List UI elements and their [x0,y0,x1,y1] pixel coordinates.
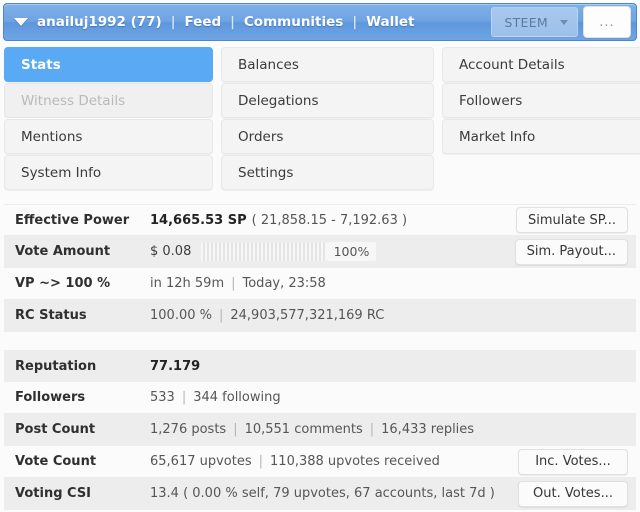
row-label-followers: Followers [15,390,86,405]
top-navbar: anailuj1992 (77) | Feed | Communities | … [3,3,637,41]
tab-followers[interactable]: Followers [442,83,640,118]
simulate-sp-button[interactable]: Simulate SP... [515,207,628,233]
outgoing-votes-button[interactable]: Out. Votes... [518,480,628,507]
chevron-down-icon [560,19,568,25]
row-voting-csi: Voting CSI 13.4 ( 0.00 % self, 79 upvote… [4,478,636,510]
row-vp-to-100: VP ~> 100 % in 12h 59m | Today, 23:58 [4,268,636,300]
tab-mentions[interactable]: Mentions [4,119,213,154]
row-value-reputation: 77.179 [150,359,636,374]
tab-delegations[interactable]: Delegations [221,83,434,118]
row-reputation: Reputation 77.179 [4,350,636,382]
tab-balances[interactable]: Balances [221,47,434,82]
row-rc-status: RC Status 100.00 % | 24,903,577,321,169 … [4,300,636,332]
caret-down-icon[interactable] [14,18,28,26]
row-value-post-count: 1,276 posts | 10,551 comments | 16,433 r… [150,422,636,437]
tab-account-details[interactable]: Account Details [442,47,640,82]
rc-separator: | [218,308,224,323]
replies-count: 16,433 replies [381,422,475,437]
row-label-vote-amount: Vote Amount [15,244,111,259]
vote-weight-percent: 100% [326,242,377,261]
row-vote-count: Vote Count 65,617 upvotes | 110,388 upvo… [4,446,636,478]
upvotes-given: 65,617 upvotes [150,454,252,469]
currency-select[interactable]: STEEM [491,7,578,37]
followers-count: 533 [150,390,175,405]
row-label-voting-csi: Voting CSI [15,486,92,501]
nav-separator-2: | [230,14,235,30]
stats-section-divider [0,332,640,341]
tab-orders[interactable]: Orders [221,119,434,154]
row-label-vp-to-100: VP ~> 100 % [15,276,111,291]
navbar-right-group: STEEM ... [491,6,632,38]
incoming-votes-button[interactable]: Inc. Votes... [518,448,628,475]
tab-market-info[interactable]: Market Info [442,119,640,154]
more-options-button[interactable]: ... [583,6,631,38]
upvotes-received: 110,388 upvotes received [270,454,440,469]
row-label-rc-status: RC Status [15,308,87,323]
rc-percent: 100.00 % [150,308,212,323]
navbar-left-group: anailuj1992 (77) | Feed | Communities | … [8,14,491,30]
rc-amount: 24,903,577,321,169 RC [230,308,385,323]
posts-count: 1,276 posts [150,422,227,437]
row-label-post-count: Post Count [15,422,96,437]
followers-separator: | [181,390,187,405]
row-label-vote-count: Vote Count [15,454,97,469]
sim-payout-button[interactable]: Sim. Payout... [514,238,628,265]
vote-weight-slider[interactable]: 100% [201,242,377,261]
nav-link-feed[interactable]: Feed [184,14,221,30]
following-count: 344 following [193,390,281,405]
vp-eta: Today, 23:58 [242,276,326,291]
tab-grid: Stats Balances Account Details Witness D… [4,47,640,190]
nav-separator-3: | [352,14,358,30]
currency-select-value: STEEM [504,14,548,30]
tab-placeholder [442,155,640,190]
tab-settings[interactable]: Settings [221,155,434,190]
stats-table-secondary: Reputation 77.179 Followers 533 | 344 fo… [4,350,636,510]
comments-count: 10,551 comments [244,422,363,437]
nav-link-communities[interactable]: Communities [244,14,343,30]
voting-csi-value: 13.4 ( 0.00 % self, 79 upvotes, 67 accou… [150,486,495,501]
row-post-count: Post Count 1,276 posts | 10,551 comments… [4,414,636,446]
tab-witness-details: Witness Details [4,83,213,118]
nav-link-wallet[interactable]: Wallet [366,14,414,30]
tab-stats[interactable]: Stats [4,47,213,82]
row-followers: Followers 533 | 344 following [4,382,636,414]
row-label-reputation: Reputation [15,358,97,374]
stats-table-primary: Effective Power 14,665.53 SP ( 21,858.15… [4,204,636,332]
row-vote-amount: Vote Amount $ 0.08 100% Sim. Payout... [4,236,636,268]
row-value-vp-to-100: in 12h 59m | Today, 23:58 [150,276,636,291]
nav-separator-1: | [170,14,176,30]
tab-system-info[interactable]: System Info [4,155,213,190]
vp-time-remaining: in 12h 59m [150,276,225,291]
vp-separator: | [231,276,236,291]
reputation-value: 77.179 [150,358,201,374]
post-separator-1: | [233,422,238,437]
app-window: anailuj1992 (77) | Feed | Communities | … [0,3,640,512]
row-effective-power: Effective Power 14,665.53 SP ( 21,858.15… [4,204,636,236]
effective-power-amount: 14,665.53 SP [150,212,247,228]
vote-count-separator: | [258,454,264,469]
post-separator-2: | [369,422,375,437]
row-value-followers: 533 | 344 following [150,390,636,405]
row-label-effective-power: Effective Power [15,212,130,228]
vote-amount-value: $ 0.08 [150,244,192,259]
effective-power-breakdown: ( 21,858.15 - 7,192.63 ) [251,212,408,228]
row-value-rc-status: 100.00 % | 24,903,577,321,169 RC [150,308,636,323]
account-name-link[interactable]: anailuj1992 (77) [37,14,162,30]
